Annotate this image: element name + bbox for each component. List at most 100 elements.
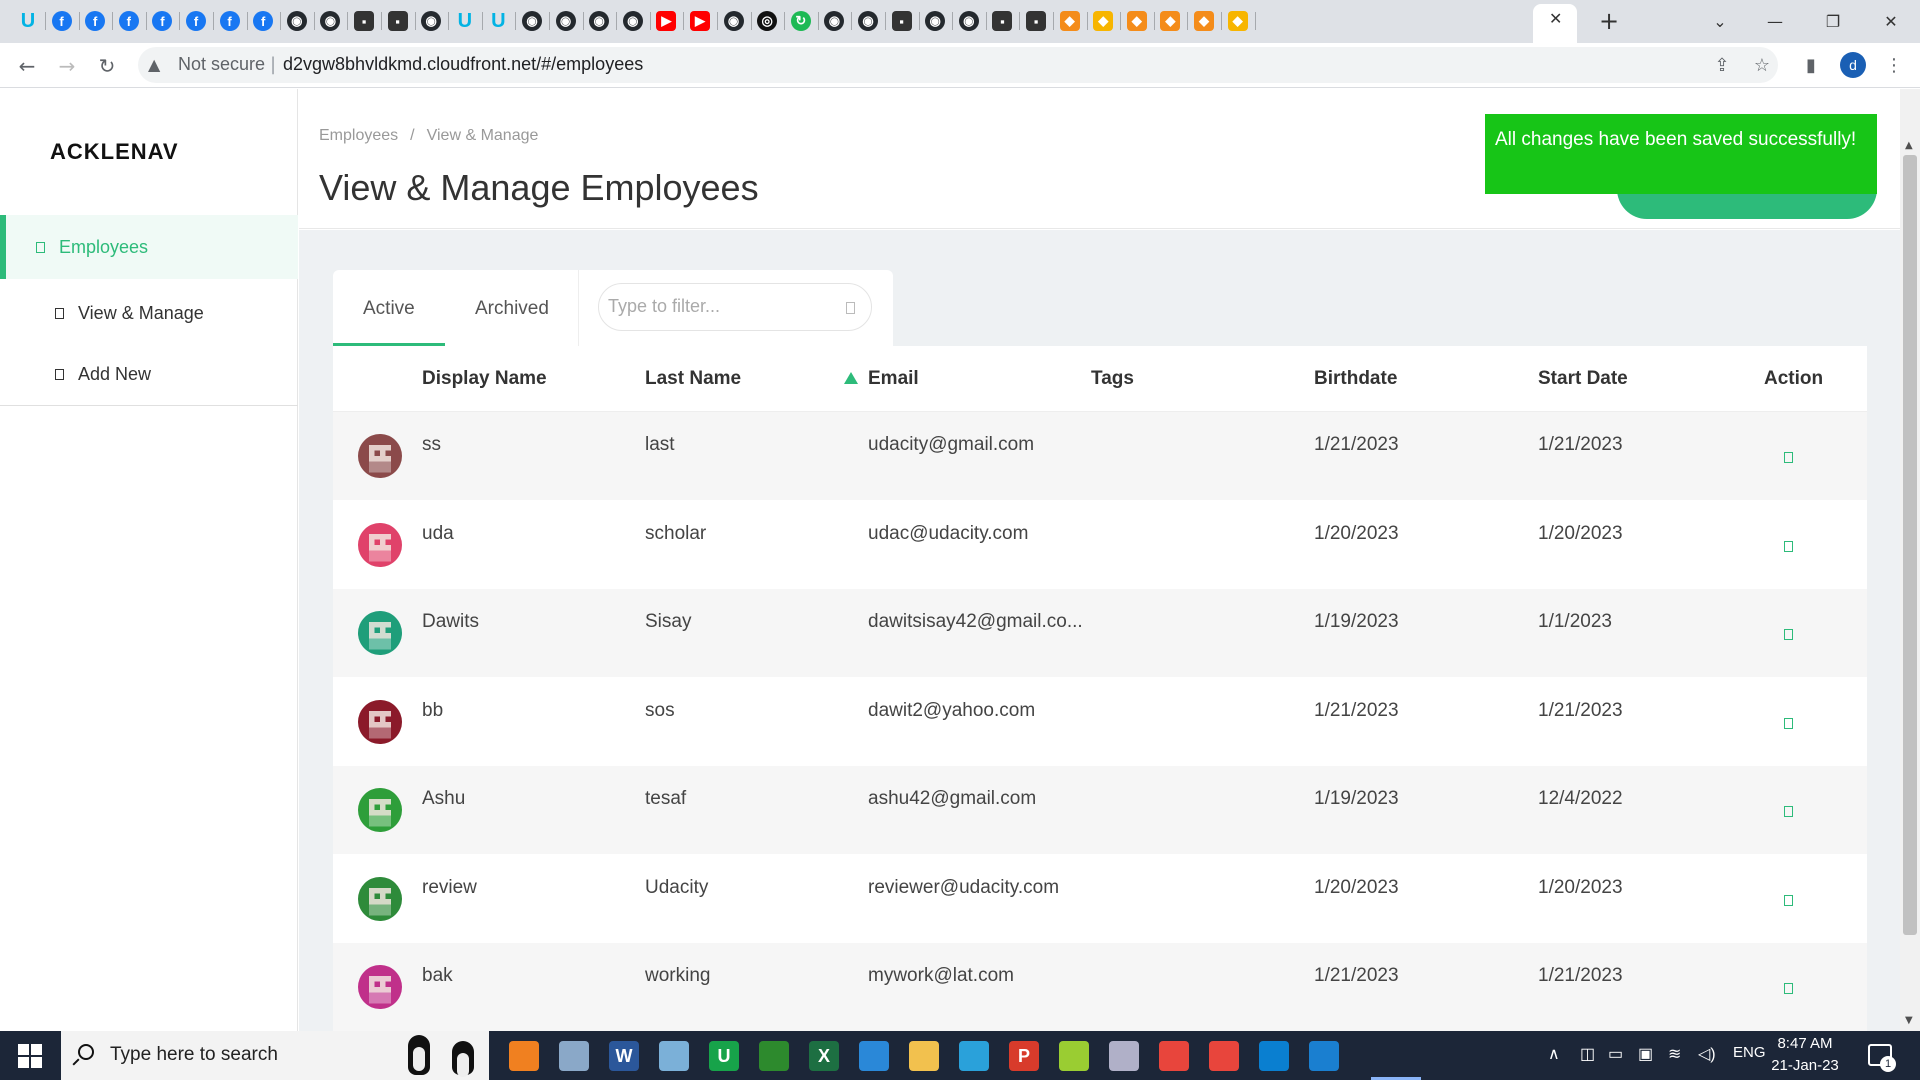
table-row[interactable]: ss last udacity@gmail.com 1/21/2023 1/21/202… — [333, 412, 1867, 500]
volume-icon[interactable]: ◁) — [1698, 1044, 1716, 1064]
github-icon[interactable]: ◉ — [418, 8, 444, 34]
aws-cube-icon[interactable]: ◆ — [1057, 8, 1083, 34]
github-icon[interactable]: ◉ — [821, 8, 847, 34]
meet-icon[interactable]: ◫ — [1580, 1044, 1595, 1064]
chevron-down-icon[interactable]: ⌄ — [1705, 6, 1735, 36]
paint-icon[interactable] — [1107, 1039, 1141, 1073]
back-icon[interactable]: ← — [12, 51, 42, 81]
camera-app-icon[interactable] — [857, 1039, 891, 1073]
column-birthdate[interactable]: Birthdate — [1314, 368, 1397, 390]
facebook-icon[interactable]: f — [149, 8, 175, 34]
terminal-icon[interactable]: ▪ — [1023, 8, 1049, 34]
breadcrumb-root[interactable]: Employees — [319, 127, 398, 144]
green-app-icon[interactable] — [1057, 1039, 1091, 1073]
ie-app-icon[interactable] — [757, 1039, 791, 1073]
edit-icon[interactable] — [1784, 717, 1793, 729]
windows-start-icon[interactable] — [18, 1044, 42, 1068]
wifi-icon[interactable]: ≋ — [1668, 1044, 1681, 1064]
udacity-app-icon[interactable]: U — [707, 1039, 741, 1073]
photos-icon[interactable] — [1307, 1039, 1341, 1073]
terminal-icon[interactable]: ▪ — [989, 8, 1015, 34]
excel-icon[interactable]: X — [807, 1039, 841, 1073]
sidebar-item-add-new[interactable]: Add New — [0, 342, 298, 406]
tray-chevron-icon[interactable]: ∧ — [1548, 1044, 1560, 1064]
chrome-icon[interactable] — [1207, 1039, 1241, 1073]
scroll-up-icon[interactable]: ▲ — [1905, 140, 1913, 151]
vscode-icon[interactable] — [1257, 1039, 1291, 1073]
facebook-icon[interactable]: f — [82, 8, 108, 34]
filter-icon[interactable] — [846, 302, 855, 314]
green-circle-icon[interactable]: ↻ — [788, 8, 814, 34]
facebook-icon[interactable]: f — [49, 8, 75, 34]
minimize-icon[interactable]: — — [1760, 6, 1790, 36]
aws-cube-icon[interactable]: ◆ — [1157, 8, 1183, 34]
new-tab-button[interactable]: + — [1596, 7, 1622, 35]
tab-active[interactable]: Active — [363, 298, 415, 320]
github-icon[interactable]: ◉ — [519, 8, 545, 34]
success-toast[interactable]: All changes have been saved successfully… — [1485, 114, 1877, 194]
search-app-icon[interactable] — [507, 1039, 541, 1073]
aws-cube-icon[interactable]: ◆ — [1124, 8, 1150, 34]
github-icon[interactable]: ◉ — [721, 8, 747, 34]
edit-icon[interactable] — [1784, 629, 1793, 640]
forward-icon[interactable]: → — [52, 51, 82, 81]
telegram-icon[interactable] — [957, 1039, 991, 1073]
scrollbar-thumb[interactable] — [1903, 155, 1917, 935]
udacity-icon[interactable]: U — [15, 8, 41, 34]
aws-box-icon[interactable]: ◆ — [1090, 8, 1116, 34]
github-icon[interactable]: ◉ — [284, 8, 310, 34]
file-explorer-icon[interactable] — [907, 1039, 941, 1073]
table-row[interactable]: uda scholar udac@udacity.com 1/20/2023 1/20/… — [333, 501, 1867, 589]
column-email[interactable]: Email — [868, 368, 919, 390]
edit-icon[interactable] — [1784, 983, 1793, 994]
github-icon[interactable]: ◉ — [855, 8, 881, 34]
column-tags[interactable]: Tags — [1091, 368, 1134, 390]
table-row[interactable]: review Udacity reviewer@udacity.com 1/20/20… — [333, 855, 1867, 943]
column-last-name[interactable]: Last Name — [645, 368, 741, 390]
app-logo[interactable]: ACKLENAV — [50, 139, 179, 165]
edit-icon[interactable] — [1784, 452, 1793, 463]
p-app-icon[interactable]: P — [1007, 1039, 1041, 1073]
menu-kebab-icon[interactable]: ⋮ — [1880, 51, 1908, 79]
circle-logo-icon[interactable]: ◎ — [754, 8, 780, 34]
warning-icon[interactable]: ▲ — [148, 55, 160, 74]
clock[interactable]: 8:47 AM 21-Jan-23 — [1770, 1033, 1840, 1077]
github-icon[interactable]: ◉ — [922, 8, 948, 34]
terminal-icon[interactable]: ▪ — [385, 8, 411, 34]
table-row[interactable]: bb sos dawit2@yahoo.com 1/21/2023 1/21/2023 — [333, 678, 1867, 766]
github-icon[interactable]: ◉ — [956, 8, 982, 34]
window-close-icon[interactable]: ✕ — [1876, 6, 1906, 36]
hp-app-icon[interactable] — [557, 1039, 591, 1073]
bookmark-star-icon[interactable]: ☆ — [1748, 51, 1776, 79]
sidebar-item-employees[interactable]: Employees — [0, 215, 298, 279]
share-icon[interactable]: ⇪ — [1708, 51, 1736, 79]
edit-icon[interactable] — [1784, 540, 1793, 552]
facebook-icon[interactable]: f — [217, 8, 243, 34]
youtube-icon[interactable]: ▶ — [687, 8, 713, 34]
github-icon[interactable]: ◉ — [553, 8, 579, 34]
facebook-icon[interactable]: f — [116, 8, 142, 34]
terminal-icon[interactable]: ▪ — [351, 8, 377, 34]
scroll-down-icon[interactable]: ▼ — [1905, 1015, 1913, 1026]
battery-icon[interactable]: ▭ — [1608, 1044, 1623, 1064]
side-panel-icon[interactable]: ▮ — [1797, 51, 1825, 79]
close-tab-icon[interactable]: ✕ — [1549, 9, 1562, 28]
table-row[interactable]: Dawits Sisay dawitsisay42@gmail.co... 1/19/… — [333, 589, 1867, 677]
table-row[interactable]: Ashu tesaf ashu42@gmail.com 1/19/2023 12/4/2… — [333, 766, 1867, 854]
word-icon[interactable]: W — [607, 1039, 641, 1073]
github-icon[interactable]: ◉ — [317, 8, 343, 34]
language-indicator[interactable]: ENG — [1733, 1044, 1766, 1061]
aws-cube-icon[interactable]: ◆ — [1191, 8, 1217, 34]
github-icon[interactable]: ◉ — [620, 8, 646, 34]
chrome-icon[interactable] — [1157, 1039, 1191, 1073]
table-row[interactable]: bak working mywork@lat.com 1/21/2023 1/21/20… — [333, 943, 1867, 1031]
not-secure-label[interactable]: Not secure — [178, 54, 265, 75]
display-icon[interactable]: ▣ — [1638, 1044, 1653, 1064]
maximize-icon[interactable]: ❐ — [1818, 6, 1848, 36]
tab-archived[interactable]: Archived — [475, 298, 549, 320]
youtube-icon[interactable]: ▶ — [653, 8, 679, 34]
udacity-icon[interactable]: U — [452, 8, 478, 34]
facebook-icon[interactable]: f — [250, 8, 276, 34]
column-display-name[interactable]: Display Name — [422, 368, 547, 390]
terminal-icon[interactable]: ▪ — [889, 8, 915, 34]
